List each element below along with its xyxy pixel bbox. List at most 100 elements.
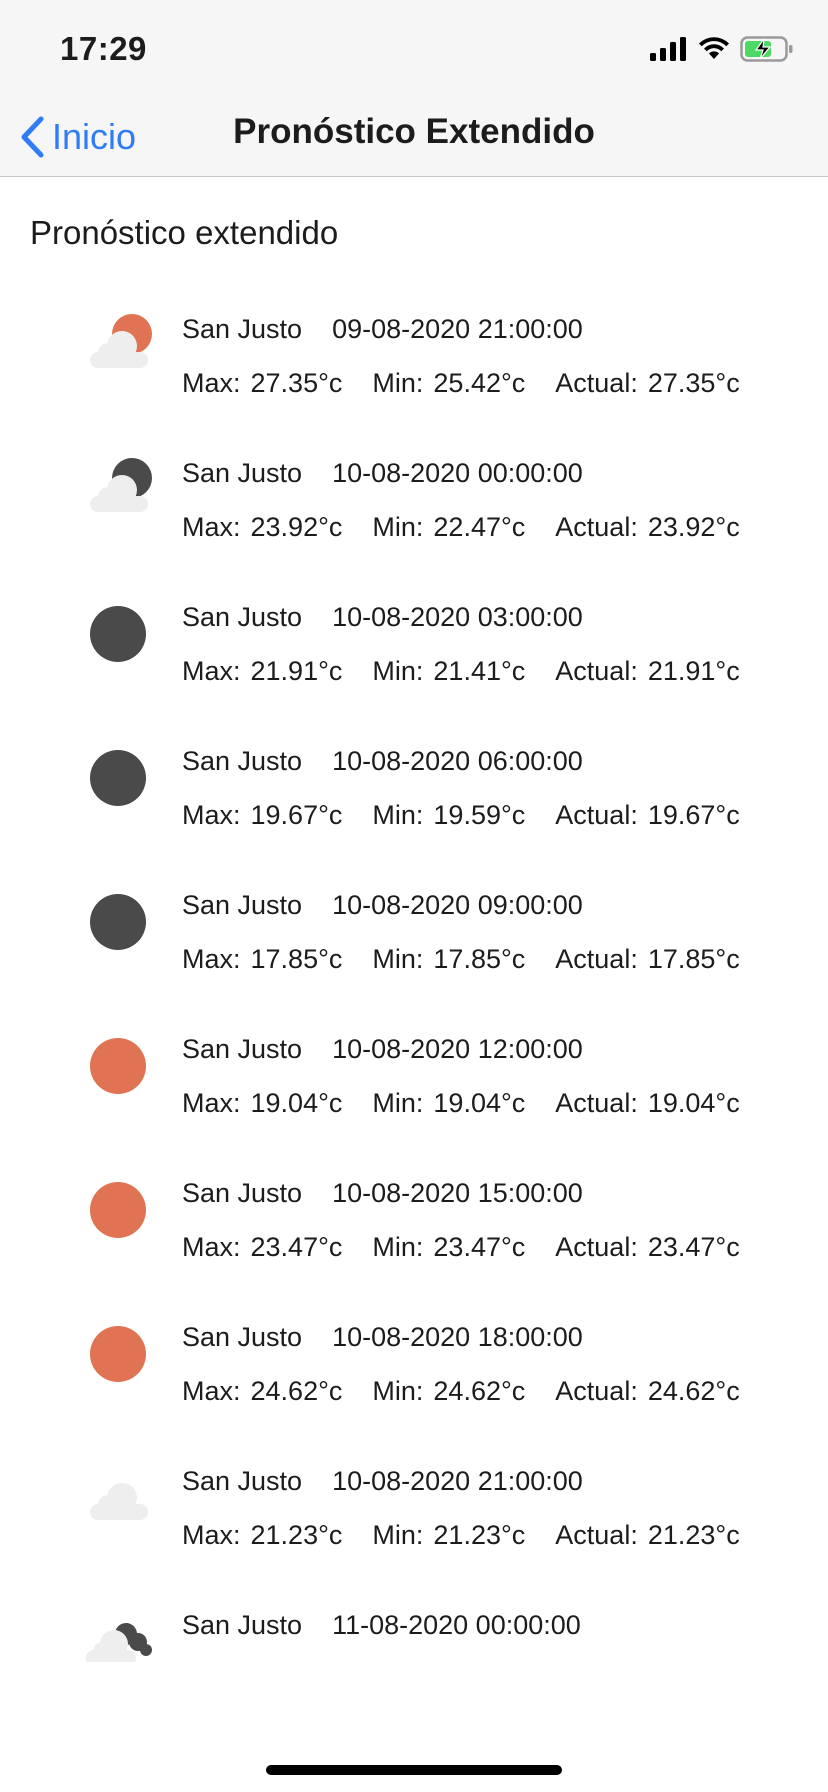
status-time: 17:29 (60, 30, 147, 67)
forecast-row[interactable]: San Justo 10-08-2020 09:00:00 Max: 17.85°c M… (0, 868, 828, 1012)
battery-charging-icon (740, 36, 793, 62)
forecast-header: San Justo 10-08-2020 09:00:00 (182, 890, 583, 921)
actual-value: 27.35°c (647, 368, 740, 398)
min-label: Min: (372, 1088, 424, 1118)
forecast-list[interactable]: San Justo 09-08-2020 21:00:00 Max: 27.35°c M… (0, 292, 828, 1662)
wifi-icon (699, 37, 729, 59)
moon-icon (80, 884, 156, 960)
sun-icon (80, 1028, 156, 1104)
cellular-signal-icon (650, 37, 686, 61)
forecast-datetime: 11-08-2020 00:00:00 (332, 1610, 581, 1640)
forecast-temperatures: Max: 19.67°c Min: 19.59°c Actual: 19.67°c (182, 800, 740, 831)
max-value: 23.47°c (250, 1232, 343, 1262)
min-label: Min: (372, 1376, 424, 1406)
forecast-city: San Justo (182, 746, 303, 776)
min-label: Min: (372, 512, 424, 542)
forecast-header: San Justo 10-08-2020 12:00:00 (182, 1034, 583, 1065)
home-indicator[interactable] (266, 1765, 562, 1775)
forecast-row[interactable]: San Justo 11-08-2020 00:00:00 (0, 1588, 828, 1662)
actual-label: Actual: (555, 944, 638, 974)
actual-value: 19.67°c (647, 800, 740, 830)
forecast-temperatures: Max: 21.91°c Min: 21.41°c Actual: 21.91°c (182, 656, 740, 687)
max-label: Max: (182, 1088, 241, 1118)
actual-value: 21.23°c (647, 1520, 740, 1550)
forecast-row[interactable]: San Justo 10-08-2020 15:00:00 Max: 23.47°c M… (0, 1156, 828, 1300)
forecast-row[interactable]: San Justo 10-08-2020 12:00:00 Max: 19.04°c M… (0, 1012, 828, 1156)
min-label: Min: (372, 368, 424, 398)
forecast-header: San Justo 10-08-2020 18:00:00 (182, 1322, 583, 1353)
forecast-row[interactable]: San Justo 09-08-2020 21:00:00 Max: 27.35°c M… (0, 292, 828, 436)
forecast-temperatures: Max: 19.04°c Min: 19.04°c Actual: 19.04°c (182, 1088, 740, 1119)
forecast-temperatures: Max: 17.85°c Min: 17.85°c Actual: 17.85°c (182, 944, 740, 975)
min-value: 21.41°c (433, 656, 526, 686)
forecast-city: San Justo (182, 1322, 303, 1352)
forecast-city: San Justo (182, 1610, 303, 1640)
forecast-city: San Justo (182, 602, 303, 632)
min-value: 19.59°c (433, 800, 526, 830)
min-label: Min: (372, 800, 424, 830)
section-title: Pronóstico extendido (30, 214, 339, 251)
forecast-row[interactable]: San Justo 10-08-2020 06:00:00 Max: 19.67°c M… (0, 724, 828, 868)
actual-label: Actual: (555, 1520, 638, 1550)
max-value: 19.04°c (250, 1088, 343, 1118)
max-value: 19.67°c (250, 800, 343, 830)
forecast-datetime: 10-08-2020 18:00:00 (332, 1322, 583, 1352)
actual-value: 17.85°c (647, 944, 740, 974)
forecast-row[interactable]: San Justo 10-08-2020 03:00:00 Max: 21.91°c M… (0, 580, 828, 724)
forecast-datetime: 10-08-2020 03:00:00 (332, 602, 583, 632)
max-value: 17.85°c (250, 944, 343, 974)
forecast-datetime: 10-08-2020 12:00:00 (332, 1034, 583, 1064)
actual-value: 21.91°c (647, 656, 740, 686)
max-value: 24.62°c (250, 1376, 343, 1406)
forecast-datetime: 10-08-2020 06:00:00 (332, 746, 583, 776)
forecast-city: San Justo (182, 1466, 303, 1496)
forecast-header: San Justo 10-08-2020 00:00:00 (182, 458, 583, 489)
min-value: 23.47°c (433, 1232, 526, 1262)
actual-value: 24.62°c (647, 1376, 740, 1406)
max-label: Max: (182, 944, 241, 974)
min-value: 19.04°c (433, 1088, 526, 1118)
actual-label: Actual: (555, 800, 638, 830)
moon-icon (80, 740, 156, 816)
forecast-temperatures: Max: 23.47°c Min: 23.47°c Actual: 23.47°c (182, 1232, 740, 1263)
sun-icon (80, 1316, 156, 1392)
actual-label: Actual: (555, 656, 638, 686)
forecast-datetime: 10-08-2020 00:00:00 (332, 458, 583, 488)
forecast-temperatures: Max: 24.62°c Min: 24.62°c Actual: 24.62°c (182, 1376, 740, 1407)
max-label: Max: (182, 800, 241, 830)
forecast-datetime: 09-08-2020 21:00:00 (332, 314, 583, 344)
min-label: Min: (372, 944, 424, 974)
forecast-header: San Justo 10-08-2020 03:00:00 (182, 602, 583, 633)
max-label: Max: (182, 1232, 241, 1262)
min-value: 24.62°c (433, 1376, 526, 1406)
page-title: Pronóstico Extendido (233, 112, 595, 151)
forecast-datetime: 10-08-2020 21:00:00 (332, 1466, 583, 1496)
actual-label: Actual: (555, 1376, 638, 1406)
forecast-header: San Justo 10-08-2020 06:00:00 (182, 746, 583, 777)
actual-label: Actual: (555, 1088, 638, 1118)
forecast-header: San Justo 09-08-2020 21:00:00 (182, 314, 583, 345)
max-value: 21.23°c (250, 1520, 343, 1550)
cloud-icon (80, 1460, 156, 1536)
min-value: 17.85°c (433, 944, 526, 974)
forecast-temperatures: Max: 27.35°c Min: 25.42°c Actual: 27.35°c (182, 368, 740, 399)
forecast-temperatures: Max: 23.92°c Min: 22.47°c Actual: 23.92°c (182, 512, 740, 543)
max-label: Max: (182, 512, 241, 542)
forecast-row[interactable]: San Justo 10-08-2020 21:00:00 Max: 21.23°c M… (0, 1444, 828, 1588)
max-value: 21.91°c (250, 656, 343, 686)
max-label: Max: (182, 1376, 241, 1406)
forecast-city: San Justo (182, 1178, 303, 1208)
min-value: 22.47°c (433, 512, 526, 542)
min-value: 21.23°c (433, 1520, 526, 1550)
forecast-row[interactable]: San Justo 10-08-2020 00:00:00 Max: 23.92°c M… (0, 436, 828, 580)
forecast-datetime: 10-08-2020 09:00:00 (332, 890, 583, 920)
forecast-city: San Justo (182, 458, 303, 488)
actual-value: 19.04°c (647, 1088, 740, 1118)
min-value: 25.42°c (433, 368, 526, 398)
actual-label: Actual: (555, 1232, 638, 1262)
forecast-city: San Justo (182, 1034, 303, 1064)
min-label: Min: (372, 1520, 424, 1550)
forecast-city: San Justo (182, 890, 303, 920)
forecast-row[interactable]: San Justo 10-08-2020 18:00:00 Max: 24.62°c M… (0, 1300, 828, 1444)
min-label: Min: (372, 1232, 424, 1262)
